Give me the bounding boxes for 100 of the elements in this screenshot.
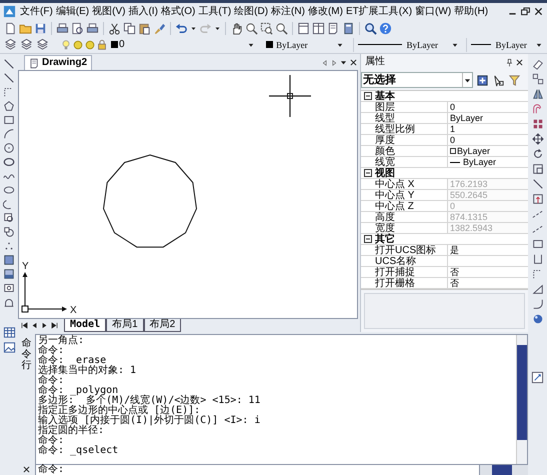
restore-icon[interactable] — [520, 6, 531, 17]
table-icon[interactable] — [2, 326, 16, 339]
gradient-icon[interactable] — [3, 268, 15, 280]
cad-app-icon[interactable] — [3, 5, 16, 18]
horizontal-scrollbar[interactable] — [480, 465, 528, 475]
preview-icon[interactable] — [71, 22, 84, 34]
polygon-icon[interactable] — [3, 100, 15, 112]
lineweight-dropdown[interactable]: ByLayer — [466, 38, 543, 52]
drawing-canvas[interactable]: Y X — [18, 70, 358, 319]
pin-icon[interactable] — [505, 58, 514, 66]
help-icon[interactable] — [379, 22, 392, 34]
dome-icon[interactable] — [3, 296, 15, 308]
close-icon[interactable] — [22, 465, 31, 474]
image-icon[interactable] — [2, 341, 16, 354]
line-icon[interactable] — [3, 72, 15, 84]
brush-icon[interactable] — [153, 22, 166, 34]
collapse-icon[interactable] — [364, 92, 372, 100]
block-icon[interactable] — [3, 212, 15, 224]
layer-stack-icon[interactable] — [36, 38, 49, 51]
menu-item[interactable]: 绘图(D) — [234, 6, 268, 18]
panels-icon[interactable] — [312, 22, 325, 34]
next-icon[interactable] — [40, 321, 49, 330]
selection-dropdown[interactable]: 无选择 — [361, 72, 473, 88]
command-input[interactable]: 命令: — [35, 465, 480, 475]
frame-icon[interactable] — [3, 282, 15, 294]
zoom-window-icon[interactable] — [260, 22, 273, 34]
menu-item[interactable]: 帮助(H) — [454, 6, 488, 18]
zoom-icon[interactable] — [275, 22, 288, 34]
caret-icon[interactable] — [339, 58, 348, 67]
left-arrow-icon[interactable] — [321, 58, 329, 66]
menu-item[interactable]: 插入(I) — [128, 6, 158, 18]
mirror-icon[interactable] — [532, 88, 544, 100]
circle-icon[interactable] — [3, 142, 15, 154]
menu-item[interactable]: 标注(N) — [271, 6, 305, 18]
layer-stack-icon[interactable] — [20, 38, 33, 51]
first-icon[interactable] — [20, 321, 29, 330]
window-icon[interactable] — [297, 22, 310, 34]
printer-icon[interactable] — [56, 22, 69, 34]
menu-item[interactable]: 格式(O) — [160, 6, 196, 18]
menu-item[interactable]: 视图(V) — [92, 6, 126, 18]
quick-select-icon[interactable] — [531, 371, 544, 384]
sheet-icon[interactable] — [327, 22, 340, 34]
layout-tab[interactable]: 布局1 — [106, 319, 144, 332]
zoom-icon[interactable] — [245, 22, 258, 34]
dash-line-icon[interactable] — [532, 223, 544, 235]
menu-item[interactable]: 窗口(W) — [415, 6, 452, 18]
close-icon[interactable] — [533, 6, 544, 17]
layer-dropdown[interactable]: 0 — [111, 38, 256, 52]
rotate-icon[interactable] — [532, 148, 544, 160]
rectangle-icon[interactable] — [532, 238, 544, 250]
menu-item[interactable]: 工具(T) — [198, 6, 232, 18]
layout-tab[interactable]: Model — [64, 319, 106, 332]
cursor-icon[interactable] — [492, 74, 505, 86]
linetype-dropdown[interactable]: ByLayer — [353, 38, 460, 52]
new-file-icon[interactable] — [4, 22, 17, 34]
hatch-icon[interactable] — [3, 254, 15, 266]
cloud-icon[interactable] — [3, 156, 15, 168]
menu-item[interactable]: 修改(M) — [308, 6, 343, 18]
fillet-icon[interactable] — [532, 298, 544, 310]
last-icon[interactable] — [50, 321, 59, 330]
copy-object-icon[interactable] — [532, 73, 544, 85]
grid-icon[interactable] — [532, 118, 544, 130]
calculator-icon[interactable] — [342, 22, 355, 34]
close-icon[interactable] — [515, 58, 524, 66]
collapse-icon[interactable] — [364, 235, 372, 243]
right-arrow-icon[interactable] — [330, 58, 338, 66]
layer-stack-icon[interactable] — [4, 38, 17, 51]
caret-icon[interactable] — [190, 24, 197, 32]
menu-item[interactable]: ET扩展工具(X) — [346, 6, 412, 18]
sphere-icon[interactable] — [532, 313, 544, 325]
menu-item[interactable]: 编辑(E) — [56, 6, 90, 18]
undo-icon[interactable] — [175, 22, 188, 34]
menu-item[interactable]: 文件(F) — [20, 6, 53, 18]
move-icon[interactable] — [532, 133, 544, 145]
point-icon[interactable] — [3, 240, 15, 252]
line-icon[interactable] — [532, 178, 544, 190]
close-icon[interactable] — [349, 58, 358, 67]
corner-icon[interactable] — [532, 283, 544, 295]
offset-icon[interactable] — [532, 103, 544, 115]
vertical-scrollbar[interactable] — [516, 335, 527, 464]
copy-icon[interactable] — [123, 22, 136, 34]
prev-icon[interactable] — [30, 321, 39, 330]
add-selection-icon[interactable] — [476, 74, 489, 86]
eraser-icon[interactable] — [532, 58, 544, 70]
scissors-icon[interactable] — [108, 22, 121, 34]
document-tab[interactable]: Drawing2 — [24, 55, 92, 70]
color-dropdown[interactable]: ByLayer — [266, 38, 344, 52]
layout-tab[interactable]: 布局2 — [144, 319, 182, 332]
collapse-icon[interactable] — [364, 169, 372, 177]
bracket-icon[interactable] — [532, 253, 544, 265]
shape-icon[interactable] — [3, 226, 15, 238]
filter-icon[interactable] — [508, 74, 521, 86]
ellipse-icon[interactable] — [3, 184, 15, 196]
clipboard-icon[interactable] — [138, 22, 151, 34]
printer-icon[interactable] — [86, 22, 99, 34]
arc-icon[interactable] — [3, 128, 15, 140]
dash-line-icon[interactable] — [532, 208, 544, 220]
scale-icon[interactable] — [532, 163, 544, 175]
line-icon[interactable] — [3, 58, 15, 70]
save-icon[interactable] — [34, 22, 47, 34]
